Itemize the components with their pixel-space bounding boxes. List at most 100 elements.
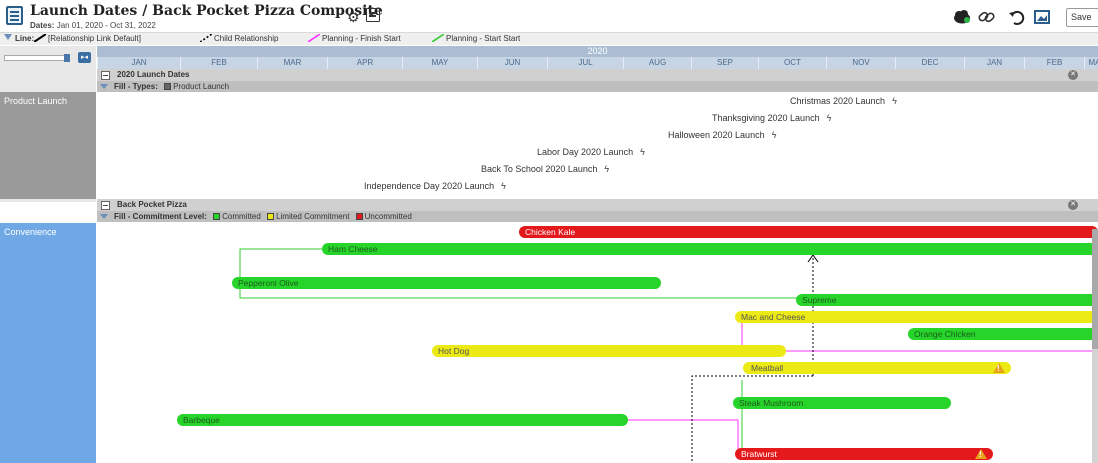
legend-collapse-icon[interactable] <box>4 34 12 43</box>
collapse-icon[interactable] <box>101 201 110 210</box>
bar-hot-dog[interactable]: Hot Dog <box>432 345 786 357</box>
solid-line-icon <box>34 34 46 42</box>
group-header-launch-dates[interactable]: 2020 Launch Dates ✕ <box>97 69 1098 81</box>
group-title: 2020 Launch Dates <box>117 70 190 79</box>
fill-legend-item: Uncommitted <box>364 212 412 221</box>
child-link <box>807 254 819 263</box>
date-range: Dates: Jan 01, 2020 - Oct 31, 2022 <box>30 21 156 30</box>
month-label: MAR <box>257 57 327 69</box>
fit-timeline-button[interactable]: ▸◂ <box>78 52 91 63</box>
limited-commitment-swatch-icon <box>267 213 275 220</box>
link-icon[interactable] <box>978 9 996 25</box>
month-label: OCT <box>758 57 826 69</box>
fill-legend-title: Fill - Commitment Level: <box>114 212 207 221</box>
milestone-christmas[interactable]: Christmas 2020 Launch ϟ <box>790 96 897 106</box>
close-icon[interactable]: ✕ <box>1068 70 1078 80</box>
legend-item-child: Child Relationship <box>200 34 278 43</box>
legend-label: Planning - Finish Start <box>322 34 401 43</box>
cloud-icon[interactable] <box>953 9 971 25</box>
milestone-label: Back To School 2020 Launch <box>481 164 598 174</box>
milestone-label: Independence Day 2020 Launch <box>364 181 495 191</box>
month-label: APR <box>327 57 402 69</box>
lightning-icon: ϟ <box>892 96 897 106</box>
lightning-icon: ϟ <box>501 181 506 191</box>
warning-icon[interactable] <box>975 449 987 459</box>
milestone-thanksgiving[interactable]: Thanksgiving 2020 Launch ϟ <box>712 113 831 123</box>
bar-chicken-kale[interactable]: Chicken Kale <box>519 226 1098 238</box>
legend-title: Line: <box>15 34 35 43</box>
lane-product-launch: Product Launch <box>0 92 96 199</box>
milestone-label: Halloween 2020 Launch <box>668 130 765 140</box>
legend-label: Child Relationship <box>214 34 279 43</box>
finish-start-link <box>627 419 739 457</box>
milestone-independence-day[interactable]: Independence Day 2020 Launch ϟ <box>364 181 506 191</box>
milestone-label: Thanksgiving 2020 Launch <box>712 113 820 123</box>
start-start-link <box>239 248 800 299</box>
legend-label: [Relationship Link Default] <box>48 34 141 43</box>
bar-steak-mushroom[interactable]: Steak Mushroom <box>733 397 951 409</box>
table-view-icon[interactable] <box>366 8 380 22</box>
month-label: JAN <box>964 57 1024 69</box>
fill-legend-commitment: Fill - Commitment Level: Committed Limit… <box>97 211 1098 222</box>
legend-item-default: [Relationship Link Default] <box>34 34 141 43</box>
uncommitted-swatch-icon <box>355 213 363 220</box>
milestone-label: Christmas 2020 Launch <box>790 96 886 106</box>
bar-meatball[interactable]: Meatball <box>743 362 1011 374</box>
month-label: AUG <box>623 57 691 69</box>
product-launch-swatch-icon <box>164 83 172 90</box>
warning-icon[interactable] <box>993 363 1005 373</box>
fill-legend-item: Committed <box>222 212 261 221</box>
lightning-icon: ϟ <box>640 147 645 157</box>
composite-view-icon <box>6 6 23 25</box>
month-label: JUL <box>547 57 623 69</box>
bar-supreme[interactable]: Supreme <box>796 294 1098 306</box>
timeline-year: 2020 <box>97 46 1098 57</box>
month-label: FEB <box>180 57 257 69</box>
expand-icon[interactable] <box>100 84 108 89</box>
month-label: FEB <box>1024 57 1084 69</box>
legend-item-finish-start: Planning - Finish Start <box>308 34 401 43</box>
milestone-labor-day[interactable]: Labor Day 2020 Launch ϟ <box>537 147 645 157</box>
month-label: DEC <box>895 57 964 69</box>
group-header-back-pocket-pizza[interactable]: Back Pocket Pizza ✕ <box>97 199 1098 211</box>
month-label: MA <box>1084 57 1098 69</box>
page-title: Launch Dates / Back Pocket Pizza Composi… <box>30 3 383 19</box>
bar-barbeque[interactable]: Barbeque <box>177 414 628 426</box>
month-label: NOV <box>826 57 895 69</box>
zoom-slider-handle[interactable] <box>64 54 70 62</box>
date-range-label: Dates: <box>30 21 55 30</box>
milestone-back-to-school[interactable]: Back To School 2020 Launch ϟ <box>481 164 609 174</box>
scrollbar-thumb[interactable] <box>1092 229 1098 349</box>
month-label: SEP <box>691 57 758 69</box>
save-button[interactable]: Save <box>1066 8 1098 27</box>
month-label: JAN <box>97 57 180 69</box>
dashed-line-icon <box>200 34 212 42</box>
month-label: MAY <box>402 57 477 69</box>
top-bar: Launch Dates / Back Pocket Pizza Composi… <box>0 0 1098 33</box>
expand-icon[interactable] <box>100 214 108 219</box>
settings-gear-icon[interactable]: ⚙ <box>347 9 360 26</box>
bar-pepperoni-olive[interactable]: Pepperoni Olive <box>232 277 661 289</box>
green-line-icon <box>432 34 444 42</box>
export-image-icon[interactable] <box>1033 9 1051 25</box>
lightning-icon: ϟ <box>771 130 777 140</box>
vertical-scrollbar[interactable] <box>1092 229 1098 463</box>
fill-legend-title: Fill - Types: <box>114 82 158 91</box>
undo-icon[interactable] <box>1008 9 1026 25</box>
collapse-icon[interactable] <box>101 71 110 80</box>
milestone-label: Labor Day 2020 Launch <box>537 147 634 157</box>
close-icon[interactable]: ✕ <box>1068 200 1078 210</box>
timeline-months: JAN FEB MAR APR MAY JUN JUL AUG SEP OCT … <box>97 57 1098 69</box>
group-title: Back Pocket Pizza <box>117 200 187 209</box>
magenta-line-icon <box>308 34 320 42</box>
legend-item-start-start: Planning - Start Start <box>432 34 520 43</box>
date-range-value: Jan 01, 2020 - Oct 31, 2022 <box>56 21 156 30</box>
fill-legend-item: Product Launch <box>173 82 230 91</box>
bar-mac-and-cheese[interactable]: Mac and Cheese <box>735 311 1098 323</box>
bar-bratwurst[interactable]: Bratwurst <box>735 448 993 460</box>
lightning-icon: ϟ <box>826 113 832 123</box>
bar-ham-cheese[interactable]: Ham Cheese <box>322 243 1098 255</box>
bar-orange-chicken[interactable]: Orange Chicken <box>908 328 1098 340</box>
milestone-halloween[interactable]: Halloween 2020 Launch ϟ <box>668 130 776 140</box>
zoom-slider[interactable] <box>4 55 66 61</box>
